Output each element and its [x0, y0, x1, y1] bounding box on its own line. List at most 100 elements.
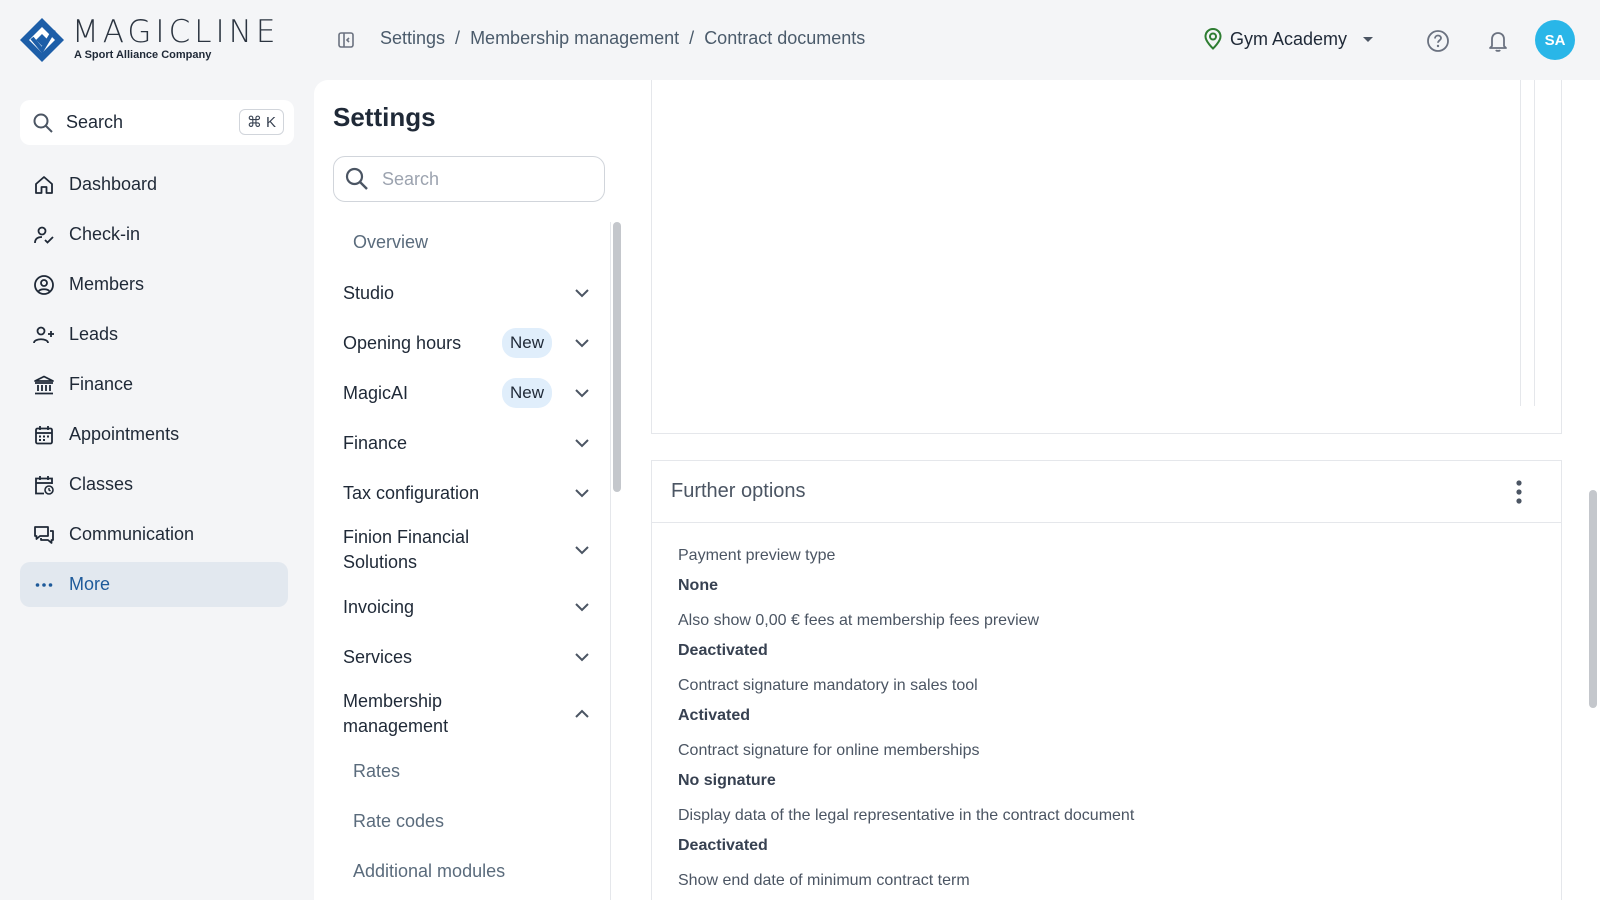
magicline-logo-icon: [20, 18, 64, 62]
settings-item-label: Rate codes: [353, 810, 445, 831]
settings-item-opening-hours[interactable]: Opening hours New: [314, 318, 610, 368]
settings-item-label: Invoicing: [343, 596, 415, 617]
chevron-down-icon: [575, 653, 589, 662]
settings-item-label: MagicAI: [343, 382, 409, 403]
studio-name: Gym Academy: [1230, 28, 1348, 49]
option-label: Contract signature mandatory in sales to…: [678, 677, 978, 694]
home-icon: [35, 175, 53, 194]
settings-item-additional-modules[interactable]: Additional modules: [314, 846, 610, 896]
chevron-down-icon: [575, 439, 589, 448]
option-label: Display data of the legal representative…: [678, 807, 1135, 824]
settings-scrollbar[interactable]: [613, 222, 621, 492]
contract-document-preview: [651, 80, 1562, 434]
nav-item-label: Dashboard: [69, 174, 158, 194]
nav-item-label: Appointments: [69, 424, 180, 444]
option-label: Payment preview type: [678, 547, 836, 564]
nav-item-label: Check-in: [69, 224, 141, 244]
top-bar: MAGICLINE A Sport Alliance Company Setti…: [0, 0, 1600, 80]
option-value: Activated: [678, 707, 751, 724]
main-navigation: Dashboard Check-in Members Leads Finance…: [20, 162, 288, 612]
caret-down-icon: [1363, 37, 1374, 42]
nav-item-label: Members: [69, 274, 145, 294]
main-scrollbar[interactable]: [1589, 490, 1597, 708]
user-plus-icon: [33, 326, 54, 343]
settings-item-label: Additional modules: [353, 860, 506, 881]
breadcrumb-contract-documents[interactable]: Contract documents: [704, 28, 865, 49]
brand-tagline: A Sport Alliance Company: [74, 49, 212, 61]
further-options-title: Further options: [652, 461, 1561, 523]
settings-item-finion-financial-solutions[interactable]: Finion Financial Solutions: [314, 518, 610, 582]
chevron-down-icon: [575, 289, 589, 298]
nav-item-label: More: [69, 574, 111, 594]
label-line-2: Solutions: [343, 552, 418, 572]
calendar-icon: [35, 425, 53, 444]
settings-item-invoicing[interactable]: Invoicing: [314, 582, 610, 632]
nav-item-more[interactable]: More: [20, 562, 288, 607]
option-value: None: [678, 577, 718, 594]
chevron-down-icon: [575, 489, 589, 498]
kebab-menu-icon[interactable]: [1515, 479, 1523, 505]
settings-item-finance[interactable]: Finance: [314, 418, 610, 468]
new-badge: New: [501, 328, 552, 358]
breadcrumb-separator: /: [455, 28, 461, 48]
chevron-down-icon: [575, 546, 589, 555]
preview-divider: [1520, 80, 1521, 406]
settings-item-tax-configuration[interactable]: Tax configuration: [314, 468, 610, 518]
user-circle-icon: [34, 274, 54, 295]
user-check-icon: [34, 226, 54, 244]
brand-logo[interactable]: MAGICLINE A Sport Alliance Company: [18, 16, 279, 64]
nav-item-leads[interactable]: Leads: [20, 312, 288, 357]
user-avatar[interactable]: SA: [1535, 20, 1575, 60]
settings-item-magicai[interactable]: MagicAI New: [314, 368, 610, 418]
more-icon: [35, 582, 53, 587]
label-line-2: management: [343, 716, 449, 736]
studio-selector[interactable]: Gym Academy: [1204, 28, 1375, 50]
settings-search-field[interactable]: [333, 156, 605, 202]
nav-item-classes[interactable]: Classes: [20, 462, 288, 507]
settings-divider: [610, 222, 611, 900]
nav-item-communication[interactable]: Communication: [20, 512, 288, 557]
nav-item-check-in[interactable]: Check-in: [20, 212, 288, 257]
help-icon[interactable]: [1425, 28, 1451, 54]
collapse-sidebar-icon[interactable]: [336, 30, 356, 50]
further-options-list: Payment preview type None Also show 0,00…: [652, 523, 1561, 900]
nav-item-label: Classes: [69, 474, 134, 494]
location-pin-icon: [1204, 28, 1222, 50]
settings-title: Settings: [333, 102, 436, 132]
settings-search-input[interactable]: [382, 168, 582, 190]
search-icon: [345, 167, 368, 190]
settings-item-label: Finion Financial Solutions: [343, 525, 469, 575]
notification-bell-icon[interactable]: [1485, 28, 1511, 54]
nav-item-label: Finance: [69, 374, 134, 394]
nav-item-finance[interactable]: Finance: [20, 362, 288, 407]
chevron-down-icon: [575, 389, 589, 398]
settings-item-rate-codes[interactable]: Rate codes: [314, 796, 610, 846]
option-value: No signature: [678, 772, 776, 789]
settings-item-services[interactable]: Services: [314, 632, 610, 682]
option-label: Show end date of minimum contract term: [678, 872, 970, 889]
label-line-1: Finion Financial: [343, 527, 470, 547]
settings-item-membership-management[interactable]: Membership management: [314, 682, 610, 746]
nav-item-label: Leads: [69, 324, 119, 344]
settings-item-label: Opening hours: [343, 332, 462, 353]
settings-item-label: Tax configuration: [343, 482, 480, 503]
breadcrumb-membership-management[interactable]: Membership management: [470, 28, 679, 49]
settings-item-label: Overview: [353, 231, 429, 252]
calendar-clock-icon: [35, 475, 54, 495]
settings-item-studio[interactable]: Studio: [314, 268, 610, 318]
chat-icon: [34, 525, 54, 544]
label-line-1: Membership: [343, 691, 443, 711]
chevron-up-icon: [575, 709, 589, 718]
breadcrumb: Settings / Membership management / Contr…: [380, 28, 865, 49]
settings-item-rates[interactable]: Rates: [314, 746, 610, 796]
preview-divider: [1534, 80, 1535, 406]
nav-item-dashboard[interactable]: Dashboard: [20, 162, 288, 207]
breadcrumb-separator: /: [689, 28, 695, 48]
option-label: Contract signature for online membership…: [678, 742, 980, 759]
breadcrumb-settings[interactable]: Settings: [380, 28, 445, 49]
nav-item-appointments[interactable]: Appointments: [20, 412, 288, 457]
option-value: [678, 896, 1561, 900]
global-search-button[interactable]: Search ⌘ K: [20, 100, 294, 145]
nav-item-members[interactable]: Members: [20, 262, 288, 307]
settings-item-overview[interactable]: Overview: [314, 220, 610, 264]
